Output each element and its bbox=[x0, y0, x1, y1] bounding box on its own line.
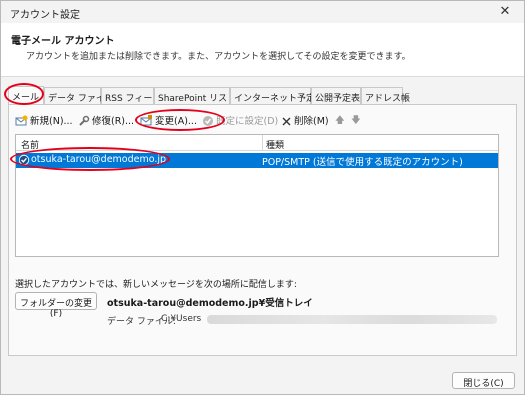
close-button[interactable]: 閉じる(C) bbox=[452, 372, 515, 389]
delivery-folder-path: otsuka-tarou@demodemo.jp¥受信トレイ bbox=[107, 298, 313, 309]
account-list[interactable]: 名前 種類 otsuka-tarou@demodemo.jp POP/SMTP … bbox=[15, 134, 499, 257]
column-header-type[interactable]: 種類 bbox=[266, 138, 284, 151]
wrench-icon bbox=[79, 115, 90, 126]
account-settings-window: アカウント設定 ✕ 電子メール アカウント アカウントを追加または削除できます。… bbox=[0, 0, 525, 395]
section-title: 電子メール アカウント bbox=[11, 36, 115, 47]
checkmark-circle-icon bbox=[203, 116, 213, 126]
column-divider bbox=[262, 135, 263, 151]
redacted-path bbox=[207, 315, 497, 324]
delivery-label: 選択したアカウントでは、新しいメッセージを次の場所に配信します: bbox=[15, 280, 297, 290]
account-row[interactable]: otsuka-tarou@demodemo.jp POP/SMTP (送信で使用… bbox=[16, 153, 498, 168]
delete-label: 削除(M) bbox=[294, 116, 329, 127]
set-default-button[interactable]: 既定に設定(D) bbox=[202, 113, 278, 129]
account-type: POP/SMTP (送信で使用する既定のアカウント) bbox=[262, 157, 463, 168]
tab-sharepoint-lists[interactable]: SharePoint リスト bbox=[154, 87, 236, 104]
tab-mail[interactable]: メール bbox=[8, 86, 44, 105]
change-label: 変更(A)... bbox=[155, 116, 197, 127]
tab-rss-feeds[interactable]: RSS フィード bbox=[101, 87, 161, 104]
section-subtitle: アカウントを追加または削除できます。また、アカウントを選択してその設定を変更でき… bbox=[26, 52, 411, 62]
account-name: otsuka-tarou@demodemo.jp bbox=[31, 154, 167, 165]
tab-address-books[interactable]: アドレス帳 bbox=[361, 87, 410, 104]
repair-label: 修復(R)... bbox=[92, 116, 135, 127]
close-icon[interactable]: ✕ bbox=[494, 3, 516, 21]
change-folder-button[interactable]: フォルダーの変更(F) bbox=[15, 292, 97, 319]
change-button[interactable]: 変更(A)... bbox=[140, 113, 197, 129]
new-button[interactable]: 新規(N)... bbox=[15, 113, 73, 129]
repair-button[interactable]: 修復(R)... bbox=[77, 113, 134, 129]
new-account-icon bbox=[15, 115, 28, 126]
delete-x-icon bbox=[282, 117, 291, 126]
move-up-arrow-icon[interactable]: 🡅 bbox=[335, 113, 345, 129]
column-header-name[interactable]: 名前 bbox=[21, 138, 39, 151]
window-title: アカウント設定 bbox=[10, 10, 80, 21]
data-file-path: C:¥Users bbox=[161, 314, 202, 324]
default-account-check-icon bbox=[18, 154, 30, 166]
title-bar: アカウント設定 ✕ bbox=[1, 1, 524, 23]
header-section: 電子メール アカウント アカウントを追加または削除できます。また、アカウントを選… bbox=[1, 23, 524, 77]
set-default-label: 既定に設定(D) bbox=[216, 116, 279, 127]
tab-internet-calendars[interactable]: インターネット予定表 bbox=[230, 87, 324, 104]
move-down-arrow-icon[interactable]: 🡇 bbox=[351, 113, 361, 129]
tab-data-files[interactable]: データ ファイル bbox=[44, 87, 114, 104]
tab-published-calendars[interactable]: 公開予定表 bbox=[311, 87, 361, 104]
change-account-icon bbox=[140, 115, 152, 126]
delete-button[interactable]: 削除(M) bbox=[281, 113, 329, 129]
list-header: 名前 種類 bbox=[16, 135, 498, 151]
new-label: 新規(N)... bbox=[30, 116, 73, 127]
